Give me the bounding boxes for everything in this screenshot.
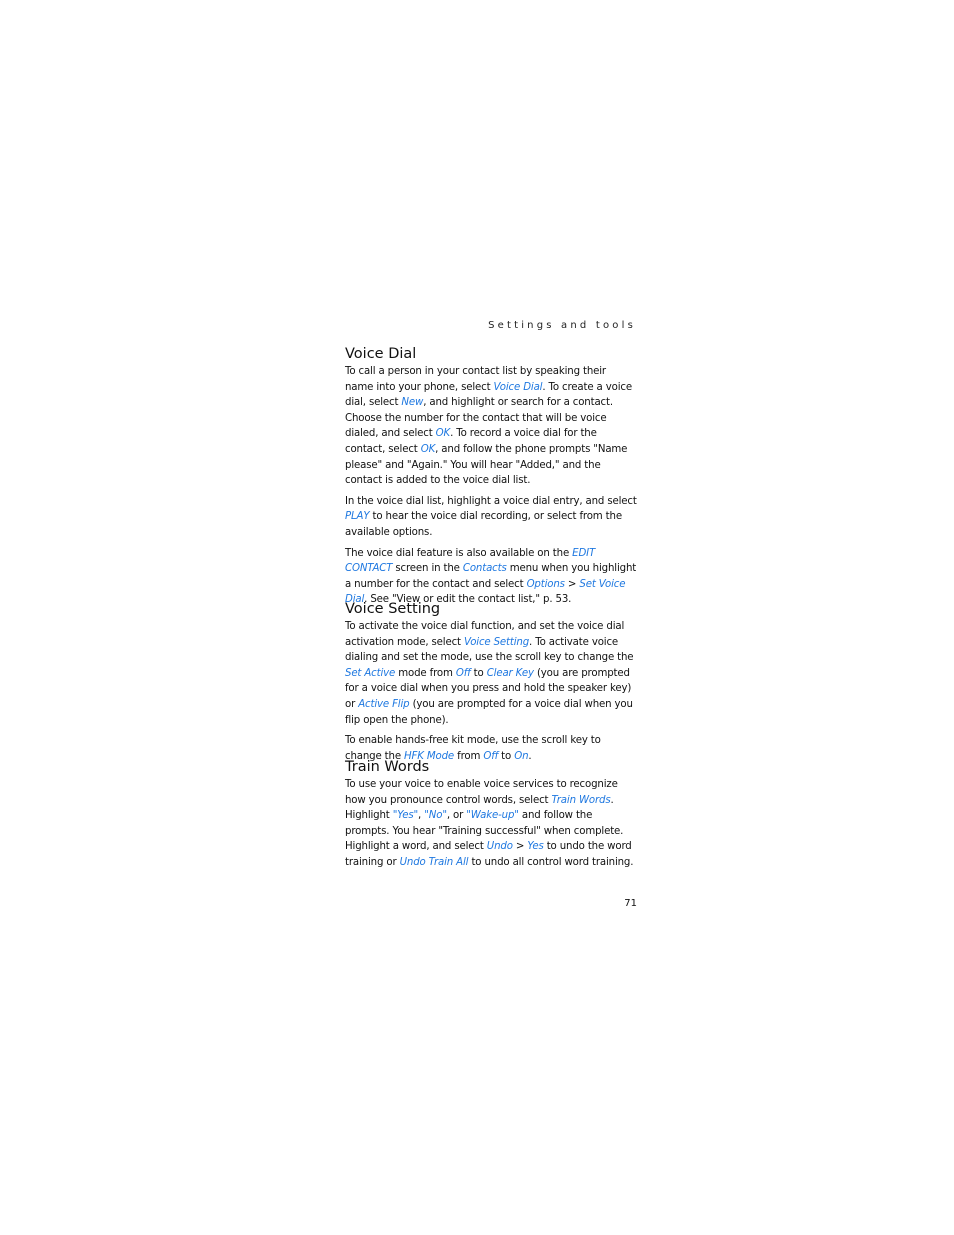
body-text: to undo all control word training. [468, 856, 634, 868]
menu-item-reference: Contacts [462, 563, 507, 575]
running-head: Settings and tools [488, 320, 636, 331]
menu-item-reference: OK [435, 428, 451, 440]
section-title: Voice Dial [345, 346, 417, 362]
menu-item-reference: Voice Dial [493, 381, 543, 393]
section-voice-dial: Voice Dial To call a person in your cont… [345, 345, 637, 608]
body-text: , or [446, 810, 467, 822]
page-number: 71 [624, 898, 637, 909]
menu-item-reference: "Wake-up" [466, 810, 519, 822]
menu-item-reference: PLAY [345, 511, 370, 523]
body-text: > [564, 578, 580, 590]
menu-item-reference: Undo [486, 841, 513, 853]
body-text: to hear the voice dial recording, or sel… [345, 511, 622, 538]
menu-item-reference: Active Flip [358, 698, 410, 710]
body-text: mode from [395, 667, 456, 679]
menu-item-reference: Yes [527, 841, 544, 853]
body-text: In the voice dial list, highlight a voic… [345, 495, 637, 507]
menu-item-reference: Train Words [551, 794, 611, 806]
menu-item-reference: "No" [424, 810, 447, 822]
body-text: > [512, 841, 528, 853]
paragraph: In the voice dial list, highlight a voic… [345, 494, 637, 541]
section-train-words: Train Words To use your voice to enable … [345, 758, 637, 871]
menu-item-reference: Options [526, 578, 565, 590]
menu-item-reference: Clear Key [486, 667, 534, 679]
paragraph: To use your voice to enable voice servic… [345, 777, 637, 871]
body-text: screen in the [392, 563, 463, 575]
paragraph: To activate the voice dial function, and… [345, 619, 637, 728]
menu-item-reference: New [401, 397, 424, 409]
section-title: Voice Setting [345, 601, 441, 617]
section-title: Train Words [345, 759, 430, 775]
section-voice-setting: Voice Setting To activate the voice dial… [345, 600, 637, 764]
body-text: The voice dial feature is also available… [345, 547, 573, 559]
menu-item-reference: Set Active [345, 667, 396, 679]
paragraph: The voice dial feature is also available… [345, 546, 637, 608]
menu-item-reference: Off [455, 667, 471, 679]
paragraph: To call a person in your contact list by… [345, 364, 637, 489]
menu-item-reference: "Yes" [392, 810, 419, 822]
menu-item-reference: Undo Train All [399, 856, 469, 868]
body-text: to [470, 667, 487, 679]
menu-item-reference: Voice Setting [463, 636, 530, 648]
menu-item-reference: OK [420, 443, 436, 455]
